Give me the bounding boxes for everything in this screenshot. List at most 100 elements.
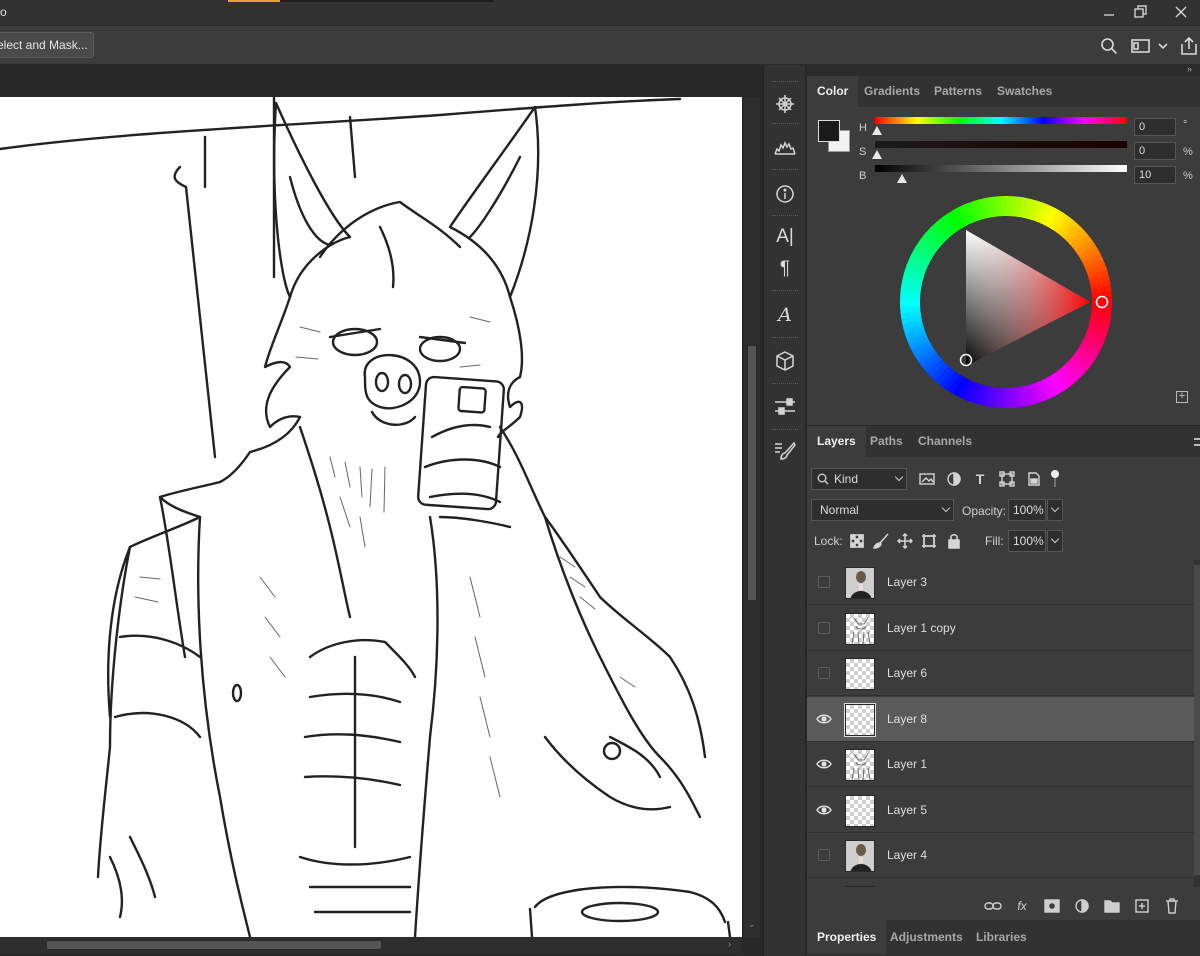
lock-image-button[interactable] [872, 532, 890, 550]
filter-shape-button[interactable] [998, 470, 1016, 488]
filter-smart-object-button[interactable] [1025, 470, 1043, 488]
layers-scroll-thumb[interactable] [1194, 565, 1200, 875]
color-triangle-hue[interactable] [966, 230, 1090, 366]
layer-row-partial[interactable] [807, 879, 1194, 887]
layer-thumbnail[interactable] [845, 567, 875, 599]
eye-icon[interactable] [816, 803, 832, 817]
foreground-color-swatch[interactable] [818, 120, 840, 142]
tab-libraries[interactable]: Libraries [966, 920, 1037, 954]
layer-thumbnail[interactable] [845, 749, 875, 781]
scroll-right-arrow[interactable]: › [728, 939, 731, 949]
lock-transparent-button[interactable] [848, 532, 866, 550]
layer-row[interactable]: Layer 8 [807, 696, 1194, 742]
tab-swatches[interactable]: Swatches [987, 76, 1062, 107]
workspace-dropdown[interactable] [1156, 35, 1170, 57]
add-mask-button[interactable] [1043, 897, 1061, 915]
lock-all-button[interactable] [945, 532, 963, 550]
layer-row[interactable]: Layer 1 copy [807, 606, 1194, 651]
layer-thumbnail[interactable] [845, 658, 875, 690]
collapse-right-icon[interactable]: » [1187, 64, 1192, 74]
opacity-dropdown[interactable] [1047, 499, 1063, 521]
saturation-value-field[interactable]: 0 [1134, 142, 1176, 160]
workspace-button[interactable] [1130, 35, 1152, 57]
filter-type-button[interactable]: T [971, 470, 989, 488]
artboard[interactable] [0, 97, 742, 937]
visibility-toggle[interactable] [818, 576, 830, 588]
layer-row[interactable]: Layer 5 [807, 788, 1194, 833]
layer-name[interactable]: Layer 1 [887, 757, 927, 771]
visibility-toggle[interactable] [818, 849, 830, 861]
histogram-button[interactable] [772, 135, 798, 159]
filter-pixel-button[interactable] [918, 470, 936, 488]
visibility-toggle[interactable] [818, 667, 830, 679]
tab-paths[interactable]: Paths [860, 426, 913, 457]
layer-row[interactable]: Layer 4 [807, 833, 1194, 878]
layer-row[interactable]: Layer 3 [807, 560, 1194, 605]
color-wheel[interactable] [900, 196, 1112, 408]
layer-thumbnail[interactable] [844, 702, 876, 737]
lock-position-button[interactable] [896, 532, 914, 550]
paragraph-button[interactable]: ¶ [772, 257, 798, 281]
panel-collapse-bar[interactable]: « » [763, 64, 1200, 76]
minimize-button[interactable] [1094, 1, 1124, 23]
layer-style-button[interactable]: fx [1013, 897, 1031, 915]
tab-color[interactable]: Color [807, 76, 859, 107]
hue-slider-handle[interactable] [872, 126, 882, 135]
navigator-button[interactable] [772, 92, 798, 116]
layers-scrollbar[interactable] [1194, 560, 1200, 887]
tab-properties[interactable]: Properties [807, 920, 887, 954]
tab-channels[interactable]: Channels [908, 426, 982, 457]
filter-toggle-button[interactable] [1050, 470, 1060, 488]
layer-name[interactable]: Layer 6 [887, 666, 927, 680]
new-adjustment-button[interactable] [1073, 897, 1091, 915]
tab-gradients[interactable]: Gradients [854, 76, 930, 107]
brightness-value-field[interactable]: 10 [1134, 166, 1176, 184]
tab-patterns[interactable]: Patterns [924, 76, 992, 107]
vertical-scroll-thumb[interactable] [747, 345, 757, 601]
layer-filter-kind-dropdown[interactable]: Kind [811, 468, 907, 490]
filter-adjustment-button[interactable] [945, 470, 963, 488]
fill-field[interactable]: 100% [1008, 530, 1046, 552]
saturation-slider-handle[interactable] [872, 150, 882, 159]
select-and-mask-button[interactable]: elect and Mask... [0, 32, 94, 58]
layer-row[interactable]: Layer 1 [807, 742, 1194, 787]
add-color-button[interactable]: + [1176, 391, 1188, 403]
layer-thumbnail[interactable] [845, 794, 875, 827]
fill-dropdown[interactable] [1047, 530, 1063, 552]
restore-button[interactable] [1126, 1, 1156, 23]
layer-row[interactable]: Layer 6 [807, 651, 1194, 696]
opacity-field[interactable]: 100% [1008, 499, 1046, 521]
tab-layers[interactable]: Layers [807, 426, 866, 457]
link-layers-button[interactable] [984, 897, 1002, 915]
layer-name[interactable]: Layer 3 [887, 575, 927, 589]
layer-thumbnail[interactable] [845, 612, 875, 645]
delete-layer-button[interactable] [1163, 897, 1181, 915]
hue-slider[interactable] [875, 117, 1127, 124]
layer-name[interactable]: Layer 5 [887, 803, 927, 817]
layer-thumbnail[interactable] [845, 885, 875, 887]
horizontal-scroll-thumb[interactable] [46, 940, 382, 950]
eye-icon[interactable] [816, 757, 832, 771]
layer-name[interactable]: Layer 8 [887, 712, 927, 726]
share-button[interactable] [1178, 35, 1200, 57]
eye-icon[interactable] [816, 712, 832, 726]
panel-menu-icon[interactable] [1194, 438, 1200, 446]
hue-value-field[interactable]: 0 [1134, 118, 1176, 136]
visibility-toggle[interactable] [818, 621, 830, 634]
character-button[interactable]: A| [772, 225, 798, 249]
canvas-area[interactable]: ⌄ › [0, 65, 763, 956]
brightness-slider[interactable] [875, 165, 1127, 172]
scroll-down-arrow[interactable]: ⌄ [748, 919, 756, 930]
layer-name[interactable]: Layer 1 copy [887, 621, 956, 635]
brush-settings-button[interactable] [772, 439, 798, 463]
saturation-slider[interactable] [875, 141, 1127, 148]
3d-button[interactable] [772, 349, 798, 373]
tab-adjustments[interactable]: Adjustments [880, 920, 973, 954]
canvas-vertical-scrollbar[interactable]: ⌄ [744, 97, 760, 937]
layer-name[interactable]: Layer 4 [887, 848, 927, 862]
brightness-slider-handle[interactable] [897, 174, 907, 183]
info-button[interactable] [772, 182, 798, 206]
new-group-button[interactable] [1103, 897, 1121, 915]
close-button[interactable] [1166, 1, 1196, 23]
search-button[interactable] [1098, 35, 1120, 57]
